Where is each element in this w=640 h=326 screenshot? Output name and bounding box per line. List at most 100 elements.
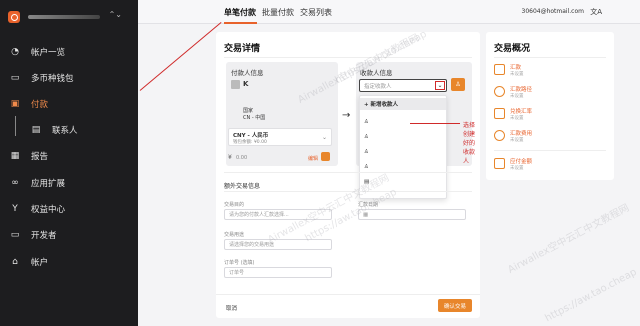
- sidebar-item-contacts[interactable]: ▤ 联系人: [0, 120, 138, 140]
- receiver-title: 收款人信息: [360, 69, 393, 77]
- confirm-button[interactable]: 确认交易: [438, 299, 472, 312]
- annotation-line: [410, 123, 460, 124]
- chevron-down-icon: ⌄: [321, 134, 327, 141]
- sender-avatar-icon: [231, 80, 240, 89]
- sender-country: CN - 中国: [243, 115, 266, 121]
- link-icon: ∞: [11, 178, 19, 188]
- sidebar-item-rewards[interactable]: Y 权益中心: [0, 199, 138, 219]
- receiver-select[interactable]: 指定收款人 ⌄: [359, 79, 447, 92]
- reason-select[interactable]: 请为您的付款人汇款选择...: [224, 209, 332, 220]
- trophy-icon: Y: [12, 204, 18, 214]
- sidebar-item-apps[interactable]: ∞ 应用扩展: [0, 173, 138, 193]
- airwallex-logo-icon: [8, 11, 20, 23]
- monitor-icon: ▭: [10, 230, 20, 240]
- overview-value: 未设置: [510, 72, 524, 77]
- contacts-icon: ▤: [31, 125, 41, 135]
- payment-icon: ▣: [10, 99, 20, 109]
- person-icon: ♙: [364, 149, 369, 155]
- reason-placeholder: 请为您的付款人汇款选择...: [229, 212, 289, 218]
- sidebar-item-label: 报告: [31, 152, 49, 162]
- chevron-down-icon[interactable]: ⌄: [435, 81, 445, 90]
- memo-select[interactable]: 请选择您的交易用途: [224, 239, 332, 250]
- overview-value: 未设置: [510, 138, 524, 143]
- add-receiver-icon[interactable]: ♙: [451, 78, 465, 91]
- sidebar-item-account[interactable]: ⌂ 帐户: [0, 252, 138, 272]
- order-label: 订单号 (选填): [224, 260, 255, 266]
- overview-label: 汇款路径: [510, 87, 533, 93]
- route-icon: [494, 86, 505, 97]
- overview-title: 交易概况: [494, 44, 531, 54]
- sidebar-item-label: 开发者: [31, 231, 57, 241]
- calendar-icon: ▦: [363, 211, 369, 218]
- tab-single-payment[interactable]: 单笔付款: [224, 7, 256, 18]
- overview-label: 汇款费用: [510, 131, 533, 137]
- fee-icon: [494, 130, 505, 141]
- memo-label: 交易用途: [224, 232, 245, 238]
- receiver-option-5[interactable]: ▤: [360, 176, 446, 188]
- sidebar-item-wallet[interactable]: ▭ 多币种钱包: [0, 68, 138, 88]
- building-icon: ⌂: [12, 257, 18, 267]
- sidebar-item-dashboard[interactable]: ◔ 帐户一览: [0, 42, 138, 62]
- receiver-option-2[interactable]: ♙: [360, 131, 446, 143]
- org-name-blurred: [28, 15, 100, 19]
- divider: [224, 191, 472, 192]
- sidebar-item-label: 付款: [31, 100, 49, 110]
- transaction-overview-card: 交易概况 汇款 未设置 汇款路径 未设置 兑换汇率 未设置 汇款费用 未设置 应…: [486, 32, 614, 180]
- overview-label: 汇款: [510, 65, 522, 71]
- cancel-button[interactable]: 取消: [226, 304, 237, 312]
- divider: [216, 294, 480, 295]
- receiver-dropdown: + 新增收款人 ♙ ♙ ♙ ♙ ▤: [359, 95, 447, 199]
- order-placeholder: 订单号: [229, 270, 245, 276]
- sender-country-label: 国家: [243, 108, 254, 114]
- divider: [224, 172, 472, 173]
- date-input[interactable]: ▦: [358, 209, 466, 220]
- tab-batch-payment[interactable]: 批量付款: [262, 7, 294, 18]
- org-switcher[interactable]: ⌃⌄: [8, 9, 128, 25]
- main-area: 单笔付款 批量付款 交易列表 30604@hotmail.com 文A 交易详情…: [138, 0, 640, 326]
- currency-select[interactable]: CNY - 人民币 钱包余额: ¥0.00 ⌄: [228, 128, 332, 146]
- sidebar-item-payments[interactable]: ▣ 付款: [0, 94, 138, 114]
- currency-value: CNY - 人民币: [233, 133, 269, 139]
- edit-link[interactable]: 编辑: [308, 155, 318, 162]
- date-label: 汇款日期: [358, 202, 379, 208]
- sidebar-item-label: 帐户一览: [31, 48, 66, 58]
- tab-transactions[interactable]: 交易列表: [300, 7, 332, 18]
- wallet-icon: ▭: [10, 73, 20, 83]
- language-icon[interactable]: 文A: [590, 7, 602, 17]
- overview-value: 未设置: [510, 116, 524, 121]
- person-icon: ♙: [364, 134, 369, 140]
- chevron-updown-icon[interactable]: ⌃⌄: [109, 10, 122, 19]
- annotation-text: 选择创建好的收款人: [463, 122, 476, 165]
- memo-placeholder: 请选择您的交易用途: [229, 242, 275, 248]
- sender-name: K: [243, 80, 249, 88]
- user-email[interactable]: 30604@hotmail.com: [522, 8, 585, 15]
- money-icon: [494, 64, 505, 75]
- sidebar-item-reports[interactable]: ▦ 报告: [0, 146, 138, 166]
- sidebar-item-label: 帐户: [31, 258, 49, 268]
- overview-label: 应付金额: [510, 159, 533, 165]
- order-input[interactable]: 订单号: [224, 267, 332, 278]
- receiver-placeholder: 指定收款人: [364, 83, 392, 90]
- sender-title: 付款人信息: [231, 69, 264, 77]
- dashboard-icon: ◔: [11, 47, 19, 57]
- bank-icon: ▤: [364, 179, 370, 185]
- amount-currency-symbol: ¥: [228, 154, 232, 161]
- sidebar-item-label: 权益中心: [31, 205, 66, 215]
- sidebar-item-developer[interactable]: ▭ 开发者: [0, 225, 138, 245]
- add-receiver-option[interactable]: + 新增收款人: [360, 98, 446, 110]
- transaction-details-card: 交易详情 付款人信息 K 国家 CN - 中国 CNY - 人民币 钱包余额: …: [216, 32, 480, 318]
- arrow-right-icon: →: [342, 110, 351, 121]
- active-tab-indicator: [224, 22, 257, 24]
- receiver-option-1[interactable]: ♙: [360, 116, 446, 128]
- sidebar-item-label: 应用扩展: [31, 179, 66, 189]
- details-title: 交易详情: [224, 44, 261, 54]
- receiver-option-3[interactable]: ♙: [360, 146, 446, 158]
- amount-input[interactable]: 0.00: [236, 155, 247, 161]
- person-icon: ♙: [364, 119, 369, 125]
- exchange-icon: [494, 108, 505, 119]
- overview-label: 兑换汇率: [510, 109, 533, 115]
- reason-label: 交易目的: [224, 202, 245, 208]
- overview-value: 未设置: [510, 94, 524, 99]
- sidebar-item-label: 多币种钱包: [31, 74, 74, 84]
- edit-icon[interactable]: [321, 152, 330, 161]
